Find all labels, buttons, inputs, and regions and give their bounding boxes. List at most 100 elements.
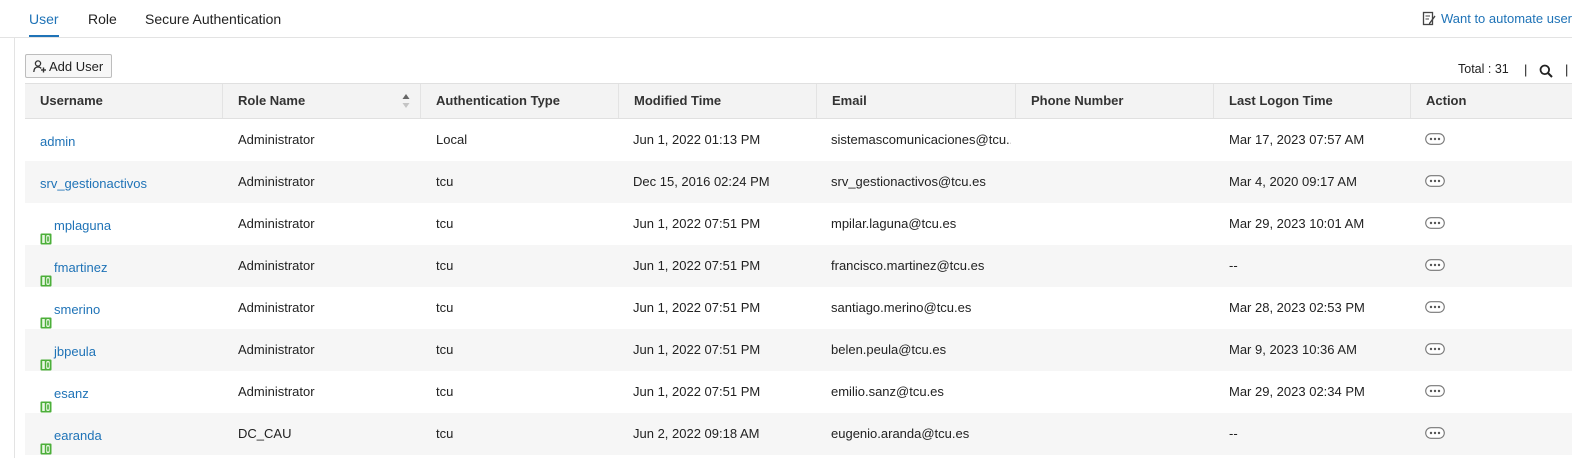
more-options-icon[interactable] — [1425, 301, 1445, 316]
username-text: admin — [40, 134, 76, 149]
ad-user-icon — [40, 262, 52, 287]
table-row: jbpeula Administrator tcu Jun 1, 2022 07:51… — [25, 329, 1572, 371]
toolbar-separator: | — [1524, 62, 1528, 77]
username-link[interactable]: jbpeula — [40, 331, 96, 373]
authentication-type-cell: Local — [436, 132, 468, 147]
username-link[interactable]: mplaguna — [40, 205, 111, 247]
last-logon-time-cell: Mar 17, 2023 07:57 AM — [1229, 132, 1365, 147]
table-row: smerino Administrator tcu Jun 1, 2022 07:51… — [25, 287, 1572, 329]
table-row: fmartinez Administrator tcu Jun 1, 2022 07:… — [25, 245, 1572, 287]
more-options-icon[interactable] — [1425, 133, 1445, 148]
more-options-icon[interactable] — [1425, 385, 1445, 400]
role-name-cell: Administrator — [238, 300, 315, 315]
username-text: esanz — [54, 386, 89, 401]
ad-user-icon — [40, 346, 52, 371]
username-link[interactable]: esanz — [40, 373, 89, 415]
username-text: earanda — [54, 428, 102, 443]
more-options-icon[interactable] — [1425, 259, 1445, 274]
sort-icon[interactable] — [402, 93, 410, 109]
email-cell: eugenio.aranda@tcu.es — [831, 426, 970, 441]
last-logon-time-cell: Mar 28, 2023 02:53 PM — [1229, 300, 1365, 315]
email-cell: francisco.martinez@tcu.es — [831, 258, 985, 273]
more-options-icon[interactable] — [1425, 343, 1445, 358]
username-text: srv_gestionactivos — [40, 176, 147, 191]
table-row: admin Administrator Local Jun 1, 2022 01:13… — [25, 119, 1572, 161]
username-link[interactable]: smerino — [40, 289, 100, 331]
role-name-cell: DC_CAU — [238, 426, 292, 441]
table-row: esanz Administrator tcu Jun 1, 2022 07:51 P… — [25, 371, 1572, 413]
ad-user-icon — [40, 220, 52, 245]
tab-secure-authentication[interactable]: Secure Authentication — [145, 11, 281, 27]
ad-user-icon — [40, 304, 52, 329]
last-logon-time-cell: -- — [1229, 426, 1238, 441]
column-header-modified-time[interactable]: Modified Time — [619, 84, 817, 118]
tab-user[interactable]: User — [29, 11, 59, 37]
edit-document-icon — [1422, 11, 1436, 26]
table-row: mplaguna Administrator tcu Jun 1, 2022 07:5… — [25, 203, 1572, 245]
role-name-cell: Administrator — [238, 384, 315, 399]
modified-time-cell: Dec 15, 2016 02:24 PM — [633, 174, 770, 189]
username-text: jbpeula — [54, 344, 96, 359]
role-name-cell: Administrator — [238, 216, 315, 231]
modified-time-cell: Jun 1, 2022 07:51 PM — [633, 258, 761, 273]
authentication-type-cell: tcu — [436, 342, 454, 357]
authentication-type-cell: tcu — [436, 174, 454, 189]
tab-role[interactable]: Role — [88, 11, 117, 27]
more-options-icon[interactable] — [1425, 175, 1445, 190]
more-options-icon[interactable] — [1425, 427, 1445, 442]
more-options-icon[interactable] — [1425, 217, 1445, 232]
modified-time-cell: Jun 1, 2022 07:51 PM — [633, 384, 761, 399]
column-header-phone-number[interactable]: Phone Number — [1016, 84, 1214, 118]
modified-time-cell: Jun 1, 2022 07:51 PM — [633, 300, 761, 315]
automate-user-label: Want to automate user — [1440, 11, 1572, 26]
users-table: Username Role Name Authentication Type M… — [25, 83, 1572, 455]
email-cell: sistemascomunicaciones@tcu.... — [831, 132, 1011, 147]
search-icon[interactable] — [1539, 64, 1553, 78]
authentication-type-cell: tcu — [436, 426, 454, 441]
last-logon-time-cell: -- — [1229, 258, 1238, 273]
toolbar-separator-2: | — [1565, 62, 1569, 77]
column-header-action: Action — [1426, 93, 1467, 108]
modified-time-cell: Jun 2, 2022 09:18 AM — [633, 426, 760, 441]
column-header-email[interactable]: Email — [817, 84, 1016, 118]
email-cell: emilio.sanz@tcu.es — [831, 384, 944, 399]
username-link[interactable]: fmartinez — [40, 247, 107, 289]
role-name-cell: Administrator — [238, 342, 315, 357]
last-logon-time-cell: Mar 29, 2023 10:01 AM — [1229, 216, 1365, 231]
last-logon-time-cell: Mar 29, 2023 02:34 PM — [1229, 384, 1365, 399]
modified-time-cell: Jun 1, 2022 07:51 PM — [633, 342, 761, 357]
add-user-icon — [33, 59, 46, 72]
modified-time-cell: Jun 1, 2022 01:13 PM — [633, 132, 761, 147]
username-text: mplaguna — [54, 218, 112, 233]
email-cell: belen.peula@tcu.es — [831, 342, 947, 357]
tab-bar: User Role Secure Authentication Want to … — [0, 0, 1572, 38]
column-header-authentication-type[interactable]: Authentication Type — [421, 84, 619, 118]
authentication-type-cell: tcu — [436, 384, 454, 399]
role-name-cell: Administrator — [238, 174, 315, 189]
automate-user-link[interactable]: Want to automate user — [1422, 11, 1572, 26]
email-cell: mpilar.laguna@tcu.es — [831, 216, 957, 231]
username-text: smerino — [54, 302, 101, 317]
username-link[interactable]: admin — [40, 121, 75, 163]
last-logon-time-cell: Mar 9, 2023 10:36 AM — [1229, 342, 1357, 357]
ad-user-icon — [40, 430, 52, 455]
total-count: Total : 31 — [1458, 62, 1509, 76]
column-header-last-logon-time[interactable]: Last Logon Time — [1214, 84, 1411, 118]
username-link[interactable]: earanda — [40, 415, 102, 457]
add-user-button[interactable]: Add User — [25, 54, 113, 78]
table-row: srv_gestionactivos Administrator tcu Dec 15… — [25, 161, 1572, 203]
email-cell: santiago.merino@tcu.es — [831, 300, 972, 315]
column-header-role-name-label: Role Name — [238, 93, 306, 108]
email-cell: srv_gestionactivos@tcu.es — [831, 174, 986, 189]
role-name-cell: Administrator — [238, 258, 315, 273]
ad-user-icon — [40, 388, 52, 413]
role-name-cell: Administrator — [238, 132, 315, 147]
column-header-username[interactable]: Username — [25, 84, 223, 118]
column-header-role-name[interactable]: Role Name — [223, 84, 421, 118]
table-row: earanda DC_CAU tcu Jun 2, 2022 09:18 AM euge… — [25, 413, 1572, 455]
username-text: fmartinez — [54, 260, 108, 275]
username-link[interactable]: srv_gestionactivos — [40, 163, 147, 205]
authentication-type-cell: tcu — [436, 300, 454, 315]
authentication-type-cell: tcu — [436, 216, 454, 231]
modified-time-cell: Jun 1, 2022 07:51 PM — [633, 216, 761, 231]
